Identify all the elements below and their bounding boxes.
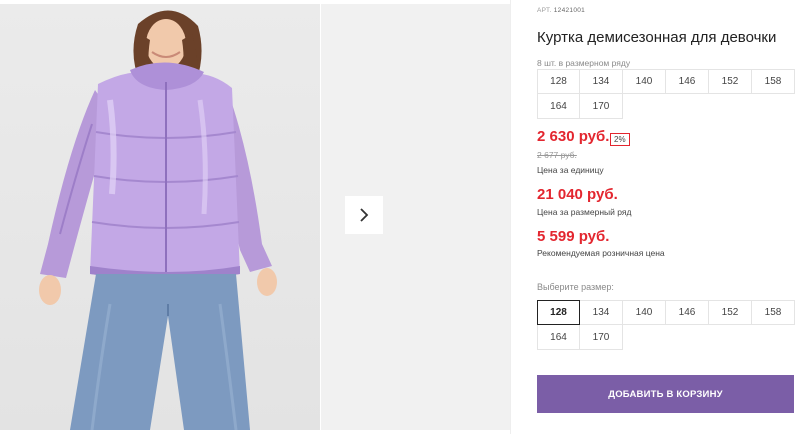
size-option[interactable]: 128: [537, 300, 580, 325]
lot-size-cell: 164: [537, 94, 580, 119]
unit-price-caption: Цена за единицу: [537, 165, 604, 175]
gallery-next-button[interactable]: [345, 196, 383, 234]
size-option[interactable]: 146: [666, 300, 709, 325]
girl-in-jacket-illustration: [39, 10, 277, 430]
article-label: АРТ.: [537, 7, 552, 14]
lot-size-grid: 128 134 140 146 152 158 164 170: [537, 69, 795, 119]
article-value: 12421001: [553, 7, 586, 14]
add-to-cart-button[interactable]: ДОБАВИТЬ В КОРЗИНУ: [537, 375, 794, 413]
size-option[interactable]: 170: [580, 325, 623, 350]
size-option[interactable]: 152: [709, 300, 752, 325]
lot-size-cell: 134: [580, 69, 623, 94]
product-photo[interactable]: [0, 4, 320, 430]
lot-size-label: 8 шт. в размерном ряду: [537, 58, 631, 68]
size-option[interactable]: 140: [623, 300, 666, 325]
retail-price: 5 599 руб.: [537, 228, 610, 245]
lot-size-cell: 170: [580, 94, 623, 119]
size-option[interactable]: 164: [537, 325, 580, 350]
size-picker: 128 134 140 146 152 158 164 170: [537, 300, 795, 350]
row-price-caption: Цена за размерный ряд: [537, 207, 632, 217]
size-option[interactable]: 158: [752, 300, 795, 325]
lot-size-cell: 146: [666, 69, 709, 94]
panel-divider: [510, 0, 511, 434]
lot-size-cell: 128: [537, 69, 580, 94]
unit-price: 2 630 руб.: [537, 128, 610, 145]
discount-badge: 2%: [610, 133, 630, 146]
retail-price-caption: Рекомендуемая розничная цена: [537, 248, 665, 258]
row-price: 21 040 руб.: [537, 186, 618, 203]
size-option[interactable]: 134: [580, 300, 623, 325]
lot-size-cell: 158: [752, 69, 795, 94]
lot-size-cell: 152: [709, 69, 752, 94]
product-gallery: [0, 0, 510, 434]
product-title: Куртка демисезонная для девочки: [537, 29, 777, 46]
lot-size-cell: 140: [623, 69, 666, 94]
article-number: АРТ. 12421001: [537, 7, 585, 14]
choose-size-label: Выберите размер:: [537, 282, 614, 292]
old-price: 2 677 руб.: [537, 150, 577, 160]
chevron-right-icon: [360, 208, 369, 222]
